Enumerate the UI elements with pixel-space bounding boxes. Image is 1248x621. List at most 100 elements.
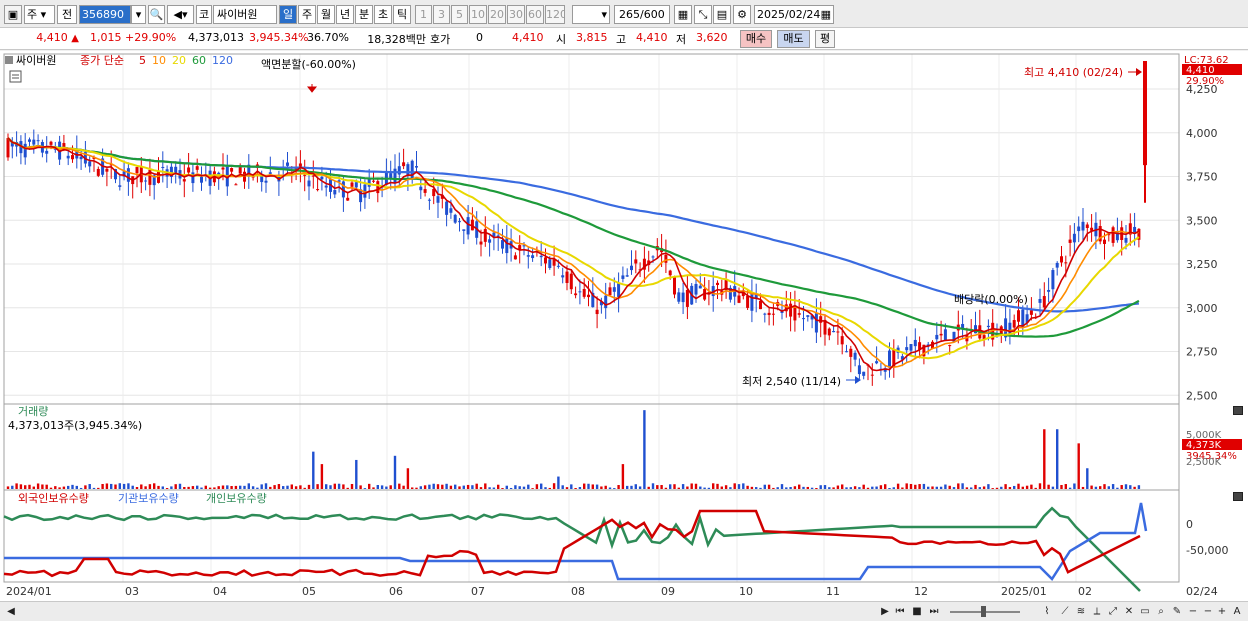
line-tool-icon[interactable]: ⟋ xyxy=(1058,605,1072,619)
minute-tab-5[interactable]: 5 xyxy=(451,5,468,24)
minute-tab-3[interactable]: 3 xyxy=(433,5,450,24)
auto-scale-icon[interactable]: A xyxy=(1230,605,1244,619)
sound-icon[interactable]: ◀▾ xyxy=(167,5,194,24)
volume-bar xyxy=(944,484,947,489)
toolbar-tool-icon[interactable]: ▦ xyxy=(674,5,692,24)
volume-bar xyxy=(703,487,706,489)
volume-bar xyxy=(294,486,298,489)
scroll-left-icon[interactable]: ◀ xyxy=(4,605,18,619)
zoom-thumb[interactable] xyxy=(981,606,986,617)
eval-button[interactable]: 평 xyxy=(815,30,835,48)
series-label: 종가 단순 xyxy=(80,54,124,67)
period-dropdown[interactable]: ▾ xyxy=(572,5,610,24)
period-tab-6[interactable]: 틱 xyxy=(393,5,411,24)
draw-tool-icon[interactable]: ⌇ xyxy=(1040,605,1054,619)
period-tab-2[interactable]: 월 xyxy=(317,5,335,24)
volume-bar xyxy=(673,484,676,489)
x-tick-label: 06 xyxy=(389,585,403,598)
candle-body xyxy=(677,292,681,302)
count-field[interactable]: 265/600 xyxy=(614,5,670,24)
candle-body xyxy=(909,344,913,351)
volume-panel-close-icon[interactable] xyxy=(1233,406,1243,415)
volume-bar xyxy=(1025,485,1029,489)
minute-tab-10[interactable]: 10 xyxy=(469,5,487,24)
forward-icon[interactable]: ⏭ xyxy=(927,605,941,619)
trend-tool-icon[interactable]: ⤡ xyxy=(694,5,712,24)
candle-body xyxy=(737,295,741,303)
minus-icon[interactable]: − xyxy=(1201,605,1215,619)
market-select[interactable]: 주 ▾ xyxy=(24,5,55,24)
x-tick-label: 02 xyxy=(1078,585,1092,598)
date-field[interactable]: 2025/02/24 ▦ xyxy=(754,5,834,24)
window-icon[interactable]: ▣ xyxy=(4,5,22,24)
minute-tab-120[interactable]: 120 xyxy=(545,5,565,24)
gear-icon[interactable]: ⚙ xyxy=(733,5,751,24)
volume-bar xyxy=(737,484,741,489)
period-tab-0[interactable]: 일 xyxy=(279,5,297,24)
search-icon[interactable]: 🔍 xyxy=(148,5,165,24)
volume-bar xyxy=(368,483,371,489)
scroll-right-icon[interactable]: ▶ xyxy=(878,605,892,619)
chart-grid xyxy=(3,54,1179,582)
code-dropdown-icon[interactable]: ▾ xyxy=(131,5,146,24)
chart-scrollbar[interactable]: ◀ ▶ ⏮ ■ ⏭ ⌇ ⟋ ≋ ⟂ ⤢ ✕ ▭ ⌕ ✎ − − + A xyxy=(0,601,1248,621)
volume-bar xyxy=(755,487,758,489)
x-tick-label: 09 xyxy=(661,585,675,598)
x-tick-label: 03 xyxy=(125,585,139,598)
volume-bar xyxy=(729,487,732,489)
period-tab-4[interactable]: 분 xyxy=(355,5,373,24)
candle-body xyxy=(118,185,122,187)
candle-body xyxy=(333,190,337,195)
stop-icon[interactable]: ■ xyxy=(910,605,924,619)
volume-bar xyxy=(892,487,895,489)
buy-button[interactable]: 매수 xyxy=(740,30,772,48)
stock-code-input[interactable]: 356890 xyxy=(79,5,131,24)
chart-canvas[interactable]: 4,2504,0003,7503,5003,2503,0002,7502,500… xyxy=(0,51,1248,601)
minute-tab-60[interactable]: 60 xyxy=(526,5,544,24)
volume-bar xyxy=(49,487,53,489)
volume-bar xyxy=(965,487,969,489)
candle-body xyxy=(1068,239,1072,243)
sell-button[interactable]: 매도 xyxy=(777,30,810,48)
candle-body xyxy=(763,313,767,315)
cross-tool-icon[interactable]: ✕ xyxy=(1122,605,1136,619)
period-tab-5[interactable]: 초 xyxy=(374,5,392,24)
note-tool-icon[interactable]: ✎ xyxy=(1170,605,1184,619)
volume-bar xyxy=(372,487,375,489)
holdings-panel-close-icon[interactable] xyxy=(1233,492,1243,501)
zoom-out-icon[interactable]: − xyxy=(1186,605,1200,619)
volume-bar xyxy=(24,485,27,489)
volume-bar xyxy=(264,483,268,489)
candle-body xyxy=(243,171,246,182)
exchange-icon: 코 xyxy=(196,5,212,24)
calc-icon[interactable] xyxy=(9,70,22,83)
candle-body xyxy=(488,239,492,243)
plus-icon[interactable]: + xyxy=(1215,605,1229,619)
fib-tool-icon[interactable]: ≋ xyxy=(1074,605,1088,619)
volume-bar xyxy=(600,486,603,489)
legend-menu-icon[interactable] xyxy=(5,56,13,64)
candle-body xyxy=(466,217,470,235)
volume-bar xyxy=(226,485,229,489)
type-select[interactable]: 전 xyxy=(57,5,77,24)
volume-bar xyxy=(591,484,594,489)
volume-bar xyxy=(303,487,306,489)
period-tab-1[interactable]: 주 xyxy=(298,5,316,24)
volume-bar xyxy=(531,488,534,489)
text-tool-icon[interactable]: ⌕ xyxy=(1154,605,1168,619)
measure-tool-icon[interactable]: ⟂ xyxy=(1090,605,1104,619)
volume-bar xyxy=(479,487,483,489)
minute-tab-20[interactable]: 20 xyxy=(488,5,506,24)
volume-bar xyxy=(273,485,276,489)
volume-bar xyxy=(140,484,143,489)
low-price: 3,620 xyxy=(696,31,728,44)
minute-tab-30[interactable]: 30 xyxy=(507,5,525,24)
candle-body xyxy=(664,255,668,263)
arrow-tool-icon[interactable]: ⤢ xyxy=(1106,605,1120,619)
rewind-icon[interactable]: ⏮ xyxy=(893,605,907,619)
rect-tool-icon[interactable]: ▭ xyxy=(1138,605,1152,619)
save-icon[interactable]: ▤ xyxy=(713,5,731,24)
minute-tab-1[interactable]: 1 xyxy=(415,5,432,24)
candle-body xyxy=(324,185,328,188)
period-tab-3[interactable]: 년 xyxy=(336,5,354,24)
